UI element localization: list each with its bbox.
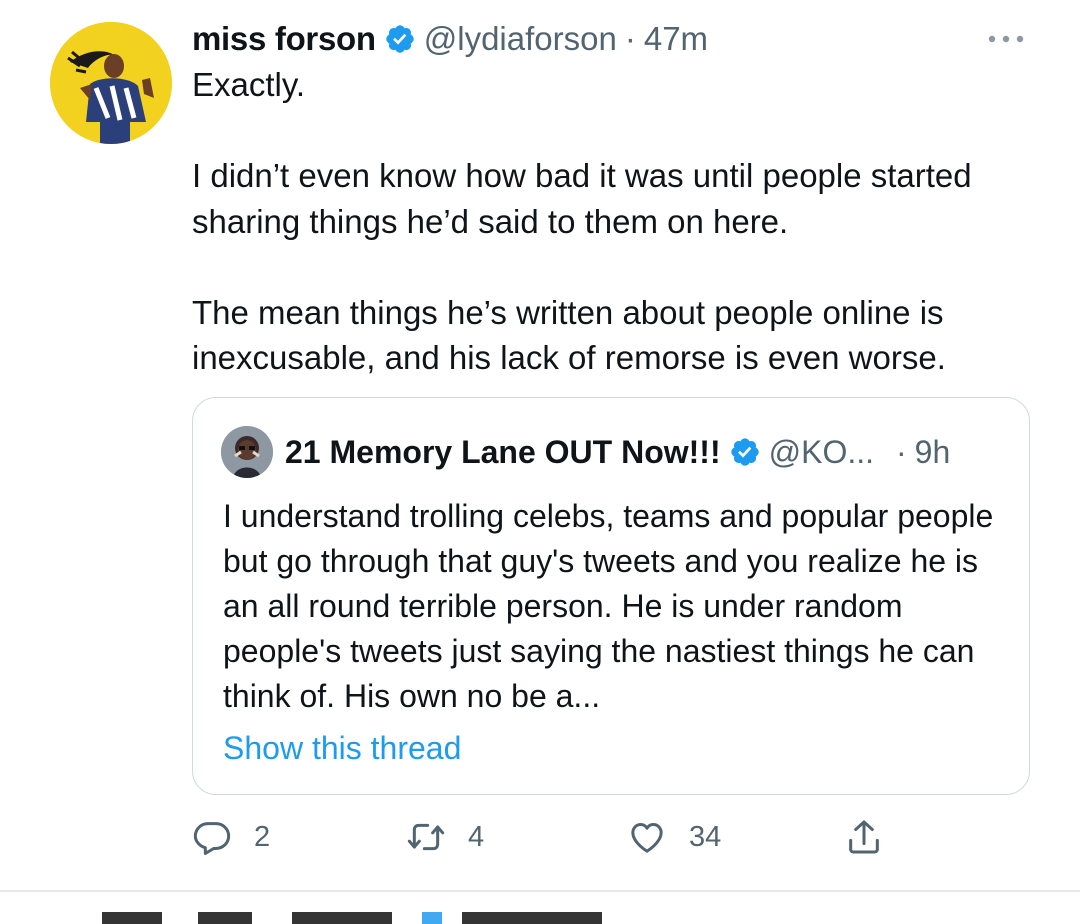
separator-dot: ·: [896, 433, 907, 470]
quoted-tweet[interactable]: 21 Memory Lane OUT Now!!! @KO... · 9h I …: [192, 397, 1030, 795]
avatar-photo-icon: [50, 22, 172, 144]
tweet-paragraph: The mean things he’s written about peopl…: [192, 293, 946, 377]
reply-button[interactable]: 2: [192, 812, 270, 862]
quoted-timestamp[interactable]: 9h: [915, 434, 951, 471]
share-icon: [849, 820, 879, 854]
user-avatar[interactable]: [50, 22, 172, 144]
display-name[interactable]: miss forson: [192, 20, 376, 58]
show-thread-link[interactable]: Show this thread: [223, 730, 461, 767]
verified-badge-icon: [729, 436, 761, 468]
reply-icon: [193, 822, 231, 855]
like-count: 34: [689, 820, 722, 853]
timestamp[interactable]: 47m: [644, 20, 708, 58]
next-tweet-header-cropped: [102, 912, 602, 924]
tweet-text: Exactly. I didn’t even know how bad it w…: [192, 62, 1052, 381]
tweet[interactable]: miss forson @lydiaforson · 47m Exactly. …: [0, 0, 1080, 890]
user-handle[interactable]: @lydiaforson: [424, 20, 617, 58]
next-tweet-preview[interactable]: [0, 892, 1080, 924]
quoted-tweet-header: 21 Memory Lane OUT Now!!! @KO... · 9h: [221, 426, 950, 478]
tweet-paragraph: I didn’t even know how bad it was until …: [192, 157, 972, 240]
like-button[interactable]: 34: [627, 812, 721, 862]
quoted-avatar-photo-icon: [221, 426, 273, 478]
retweet-button[interactable]: 4: [406, 812, 484, 862]
retweet-count: 4: [468, 820, 485, 853]
tweet-header: miss forson @lydiaforson · 47m: [192, 14, 708, 64]
reply-count: 2: [254, 820, 271, 853]
more-horizontal-icon[interactable]: [985, 30, 1027, 48]
verified-badge-icon: [384, 23, 416, 55]
quoted-user-avatar[interactable]: [221, 426, 273, 478]
tweet-actions: 2 4 34: [192, 812, 892, 862]
quoted-display-name[interactable]: 21 Memory Lane OUT Now!!!: [285, 434, 721, 471]
quoted-tweet-text: I understand trolling celebs, teams and …: [223, 498, 994, 714]
share-button[interactable]: [844, 812, 884, 862]
separator-dot: ·: [624, 20, 636, 57]
retweet-icon: [407, 823, 445, 851]
tweet-paragraph: Exactly.: [192, 66, 306, 103]
quoted-user-handle[interactable]: @KO...: [769, 434, 874, 471]
heart-icon: [631, 823, 663, 853]
